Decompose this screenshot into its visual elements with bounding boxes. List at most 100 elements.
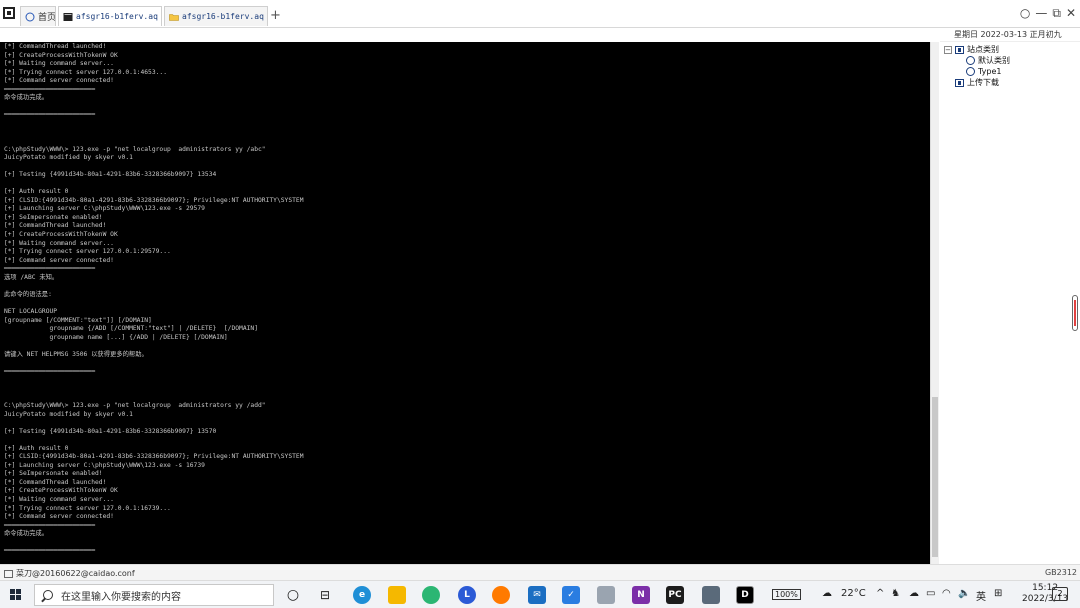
terminal-line: ════════════════════════ <box>4 85 95 93</box>
terminal-line: [+] CLSID:{4991d34b-80a1-4291-83b6-33283… <box>4 196 304 204</box>
tab-filemanager[interactable]: afsgr16-b1ferv.aq ✕ <box>164 6 268 26</box>
battery-indicator[interactable]: 100% <box>772 589 801 600</box>
terminal-panel[interactable]: [*] CommandThread launched! [+] CreatePro… <box>0 42 930 564</box>
tab-label: afsgr16-b1ferv.aq <box>76 12 158 21</box>
category-circle-icon <box>966 67 975 76</box>
tree-item-default-category[interactable]: 默认类别 <box>944 55 1010 66</box>
right-panel: 星期日 2022-03-13 正月初九 − 站点类别 默认类别 Type1 上传… <box>940 28 1080 564</box>
terminal-line: 选项 /ABC 未知。 <box>4 273 59 281</box>
mail-icon[interactable]: ✉ <box>528 586 546 604</box>
notification-icon[interactable]: 2 <box>1052 587 1068 601</box>
minimize-icon[interactable]: — <box>1035 6 1047 21</box>
maximize-icon[interactable]: ⧉ <box>1052 6 1061 21</box>
wechat-icon[interactable] <box>422 586 440 604</box>
terminal-line: NET LOCALGROUP <box>4 307 58 315</box>
ime-indicator[interactable]: 英 <box>976 588 986 603</box>
terminal-scrollbar[interactable] <box>930 42 939 564</box>
task-view-icon[interactable]: ⊟ <box>316 586 334 604</box>
tab-terminal[interactable]: afsgr16-b1ferv.aq ✕ <box>58 6 162 26</box>
network-tool-icon[interactable] <box>702 586 720 604</box>
terminal-line: [*] Waiting command server... <box>4 495 114 503</box>
tab-bar: 首页 afsgr16-b1ferv.aq ✕ afsgr16-b1ferv.aq… <box>0 0 1080 28</box>
close-window-icon[interactable]: ✕ <box>1066 6 1076 21</box>
weather-temp[interactable]: 22°C <box>841 588 866 599</box>
status-encoding[interactable]: GB2312 <box>1045 568 1077 577</box>
show-hidden-icons-icon[interactable]: ^ <box>876 588 884 599</box>
wifi-icon[interactable]: ◠ <box>942 588 951 599</box>
terminal-line: ════════════════════════ <box>4 521 95 529</box>
tab-home[interactable]: 首页 <box>20 6 56 26</box>
terminal-line: 此命令的语法是: <box>4 290 52 298</box>
terminal-line: C:\phpStudy\WWW\> 123.exe -p "net localg… <box>4 401 266 409</box>
status-config: 菜刀@20160622@caidao.conf <box>16 569 135 578</box>
terminal-output[interactable]: [*] CommandThread launched! [+] CreatePro… <box>4 43 304 564</box>
terminal-line: [+] CreateProcessWithTokenW OK <box>4 487 118 495</box>
terminal-line: [*] Waiting command server... <box>4 239 114 247</box>
folder-icon <box>169 13 179 21</box>
terminal-line: [+] CLSID:{4991d34b-80a1-4291-83b6-33283… <box>4 453 304 461</box>
display-icon[interactable]: ▭ <box>926 588 935 599</box>
search-icon <box>43 590 53 600</box>
terminal-line: groupname {/ADD [/COMMENT:"text"] | /DEL… <box>4 325 259 333</box>
onenote-icon[interactable]: N <box>632 586 650 604</box>
terminal-line: ════════════════════════ <box>4 265 95 273</box>
tree-item-upload-download[interactable]: 上传下载 <box>944 77 1010 88</box>
edge-browser-icon[interactable]: e <box>353 586 371 604</box>
terminal-line: groupname name [...] {/ADD | /DELETE} [/… <box>4 333 228 341</box>
terminal-line: [+] CreateProcessWithTokenW OK <box>4 231 118 239</box>
category-box-icon <box>955 45 964 54</box>
task-view-circle-icon[interactable]: ○ <box>284 586 302 604</box>
settings-app-icon[interactable] <box>597 586 615 604</box>
windows-start-icon[interactable] <box>10 589 22 601</box>
window-controls: ○ — ⧉ ✕ <box>1020 6 1076 21</box>
collapse-icon[interactable]: − <box>944 45 952 54</box>
terminal-line: [*] Command server connected! <box>4 256 114 264</box>
terminal-line: [+] SeImpersonate enabled! <box>4 213 103 221</box>
app-logo-icon <box>3 7 15 19</box>
firefox-icon[interactable] <box>492 586 510 604</box>
terminal-line: [*] Waiting command server... <box>4 60 114 68</box>
tree-item-type1[interactable]: Type1 <box>944 66 1010 77</box>
scrollbar-thumb[interactable] <box>932 397 938 557</box>
ime-mode-icon[interactable]: ⊞ <box>994 588 1002 599</box>
pycharm-icon[interactable]: PC <box>666 586 684 604</box>
terminal-line: 请键入 NET HELPMSG 3506 以获得更多的帮助。 <box>4 350 148 358</box>
terminal-line: 命令成功完成。 <box>4 530 49 538</box>
terminal-line: [*] CommandThread launched! <box>4 43 107 50</box>
taskbar-search-box[interactable]: 在这里输入你要搜索的内容 <box>34 584 274 606</box>
terminal-line: ════════════════════════ <box>4 111 95 119</box>
check-app-icon[interactable]: ✓ <box>562 586 580 604</box>
terminal-line: [+] Auth result 0 <box>4 444 69 452</box>
qq-icon[interactable]: ♞ <box>891 588 900 599</box>
restore-circle-icon[interactable]: ○ <box>1020 6 1030 21</box>
terminal-line: [+] Testing {4991d34b-80a1-4291-83b6-332… <box>4 171 217 179</box>
tab-label: 首页 <box>38 13 56 23</box>
terminal-line: ════════════════════════ <box>4 367 95 375</box>
cloud-sync-icon[interactable]: ☁ <box>909 588 919 599</box>
l-app-icon[interactable]: L <box>458 586 476 604</box>
side-scroll-indicator[interactable] <box>1072 295 1078 331</box>
upload-box-icon <box>955 78 964 87</box>
terminal-icon <box>63 12 73 21</box>
tree-item-label: 站点类别 <box>967 45 999 54</box>
weather-cloud-icon[interactable]: ☁ <box>822 588 832 599</box>
file-explorer-icon[interactable] <box>388 586 406 604</box>
tree-item-site-category[interactable]: − 站点类别 <box>944 44 1010 55</box>
windows-taskbar: 在这里输入你要搜索的内容 ○ ⊟ e L ✉ ✓ N PC D 100% ☁ 2… <box>0 580 1080 608</box>
caidao-app-icon[interactable]: D <box>736 586 754 604</box>
add-tab-button[interactable]: + <box>270 8 281 23</box>
terminal-line: [+] Launching server C:\phpStudy\WWW\123… <box>4 461 205 469</box>
home-circle-icon <box>25 12 35 21</box>
terminal-line: [*] Trying connect server 127.0.0.1:1673… <box>4 504 171 512</box>
volume-icon[interactable]: 🔈 <box>958 588 970 599</box>
terminal-line: ════════════════════════ <box>4 547 95 555</box>
